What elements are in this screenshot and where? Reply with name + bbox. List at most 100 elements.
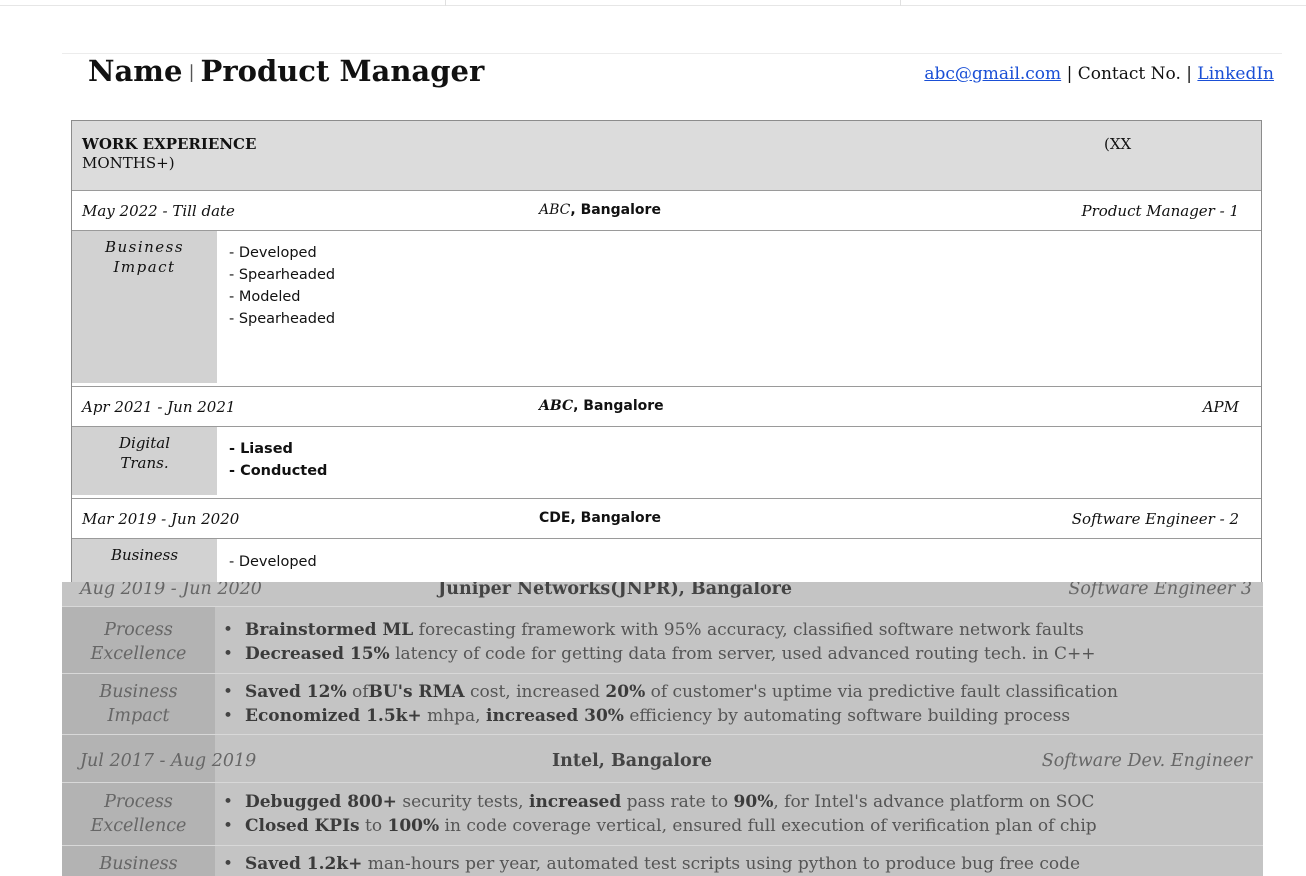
contact-separator: | [1061,64,1078,84]
bullet-dot: • [223,706,234,726]
overlay-job-role: Software Dev. Engineer [1041,751,1252,771]
bullet-dot: • [223,682,234,702]
contact-number: Contact No. [1077,64,1181,84]
bullet-dot: • [223,854,234,874]
overlay-bold-text: 20% [605,682,646,702]
bullet-dot: • [223,816,234,836]
overlay-bold-text: 90% [733,792,774,812]
bullet-list: - Developed - Spearheaded - Modeled - Sp… [229,242,335,330]
overlay-bold-text: Saved 12% [245,682,347,702]
overlay-bullet-line: • Closed KPIs to 100% in code coverage ve… [223,814,1097,838]
overlay-bullet-line: • Economized 1.5k+ mhpa, increased 30% ef… [223,704,1070,728]
row-label: Business [72,539,217,582]
tab-divider [900,0,901,6]
overlay-bold-text: increased 30% [485,706,624,726]
email-link[interactable]: abc@gmail.com [924,64,1061,84]
job-company: CDE, Bangalore [539,510,662,526]
overlay-bold-text: 100% [387,816,440,836]
overlay-rule [62,845,1263,846]
overlay-bold-text: BU's RMA [368,682,465,702]
bullet-item: - Developed [229,245,317,261]
overlay-bold-text: Closed KPIs [245,816,360,836]
overlay-rule [62,673,1263,674]
title-separator: | [188,62,195,83]
overlay-bullet-line: • Brainstormed ML forecasting framework w… [223,618,1084,642]
overlay-row-label-line: Business [99,854,178,874]
overlay-text: forecasting framework with 95% accuracy,… [413,620,1084,640]
overlay-text: man-hours per year, automated test scrip… [362,854,1081,874]
overlay-bold-text: Decreased 15% [245,644,390,664]
company-location: , Bangalore [573,398,664,414]
job-title: Product Manager [200,54,485,88]
row-label: Business Impact [72,231,217,383]
section-duration: (XX [1104,135,1132,153]
overlay-text: of customer's uptime via predictive faul… [645,682,1118,702]
overlay-text: efficiency by automating software buildi… [623,706,1071,726]
job-dates: Apr 2021 - Jun 2021 [82,398,236,416]
overlay-rule [62,734,1263,735]
overlay-job-company: Intel, Bangalore [552,751,713,771]
row-label-line: Business [104,238,185,256]
company-location: , Bangalore [570,202,661,218]
section-title: WORK EXPERIENCE [82,135,257,153]
linkedin-link[interactable]: LinkedIn [1197,64,1274,84]
job-dates: May 2022 - Till date [82,202,235,220]
overlay-row-label-line: Impact [107,706,170,726]
job-role: Software Engineer - 2 [1071,510,1239,528]
overlay-text: to [359,816,388,836]
overlay-row-label: Process Excellence [62,618,215,666]
job-company: ABC, Bangalore [539,202,661,218]
overlay-text: , for Intel's advance platform on SOC [773,792,1095,812]
row-label-line: Digital [119,434,170,452]
overlay-bold-text: Saved 1.2k+ [245,854,363,874]
overlay-row-label-line: Excellence [90,644,187,664]
bullet-dot: • [223,620,234,640]
bullet-list: - Liased - Conducted [229,438,327,482]
overlay-resume-image: Aug 2019 - Jun 2020 Juniper Networks(JNP… [62,582,1263,876]
overlay-bold-text: Economized 1.5k+ [245,706,422,726]
job-company: ABC, Bangalore [539,398,664,414]
section-duration-continuation: MONTHS+) [82,154,175,172]
row-label: Digital Trans. [72,427,217,495]
overlay-bold-text: increased [528,792,622,812]
overlay-row-label-line: Excellence [90,816,187,836]
work-experience-table: WORK EXPERIENCE MONTHS+) (XX May 2022 - … [71,120,1262,582]
overlay-row-label-line: Process [104,620,173,640]
top-tab-strip [0,0,1306,6]
overlay-row-label-line: Business [99,682,178,702]
contact-line: abc@gmail.com | Contact No. | LinkedIn [924,64,1274,84]
job-row: May 2022 - Till date ABC, Bangalore Prod… [72,190,1261,231]
bullet-item: - Developed [229,554,317,570]
overlay-text: in code coverage vertical, ensured full … [439,816,1097,836]
overlay-bullet-line: • Debugged 800+ security tests, increased… [223,790,1094,814]
candidate-name: Name [88,54,183,88]
bullet-item: - Spearheaded [229,267,336,283]
company-name: ABC [539,398,574,414]
overlay-text: latency of code for getting data from se… [389,644,1096,664]
overlay-text: mhpa, [421,706,486,726]
overlay-rule [62,782,1263,783]
overlay-row-label: Business [62,852,215,876]
job-role: APM [1202,398,1239,416]
job-role: Product Manager - 1 [1081,202,1239,220]
bullet-dot: • [223,644,234,664]
overlay-text: of [346,682,369,702]
resume-name-title: Name | Product Manager [88,54,484,88]
job-row: Mar 2019 - Jun 2020 CDE, Bangalore Softw… [72,498,1261,539]
overlay-row-label-line: Process [104,792,173,812]
bullet-item: - Spearheaded [229,311,336,327]
overlay-row-label: Process Excellence [62,790,215,838]
contact-separator: | [1180,64,1198,84]
row-label-line: Trans. [120,454,169,472]
overlay-job-dates: Aug 2019 - Jun 2020 [80,582,262,599]
overlay-text: pass rate to [621,792,734,812]
bullet-dot: • [223,792,234,812]
overlay-text: security tests, [396,792,529,812]
bullet-list: - Developed [229,551,317,573]
company-name: ABC [539,202,571,218]
row-label-line: Impact [113,258,176,276]
bullet-item: - Liased [229,441,293,457]
overlay-bullet-line: • Saved 1.2k+ man-hours per year, automat… [223,852,1080,876]
bullet-item: - Conducted [229,463,328,479]
bullet-item: - Modeled [229,289,301,305]
